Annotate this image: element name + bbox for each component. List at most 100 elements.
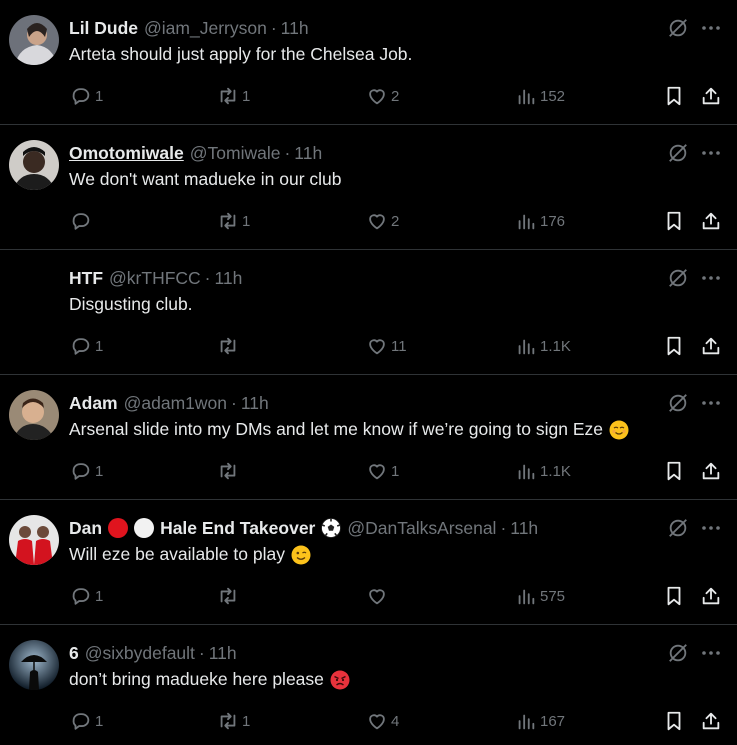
tweet-item[interactable]: Adam @adam1won · 11h Arsenal slide into …: [0, 375, 737, 500]
relieved-face-emoji: [609, 420, 629, 439]
like-button[interactable]: [366, 584, 391, 608]
reply-feed: Lil Dude @iam_Jerryson · 11h Arteta shou…: [0, 0, 737, 745]
tweet-item[interactable]: Lil Dude @iam_Jerryson · 11h Arteta shou…: [0, 0, 737, 125]
like-button[interactable]: 2: [366, 209, 399, 233]
reply-button[interactable]: 1: [70, 584, 103, 608]
share-button[interactable]: [700, 334, 722, 358]
avatar[interactable]: [9, 15, 59, 65]
share-icon: [702, 87, 720, 105]
tweet-text-content: We don't want madueke in our club: [69, 169, 342, 189]
author-name-suffix[interactable]: Hale End Takeover: [160, 518, 315, 539]
more-options-icon[interactable]: [699, 16, 723, 40]
avatar[interactable]: [9, 140, 59, 190]
avatar[interactable]: [9, 390, 59, 440]
views-button[interactable]: 1.1K: [515, 334, 571, 358]
timestamp[interactable]: 11h: [510, 518, 538, 539]
retweet-button[interactable]: [217, 584, 242, 608]
share-button[interactable]: [700, 584, 722, 608]
author-handle[interactable]: @iam_Jerryson: [144, 18, 267, 39]
views-button[interactable]: 575: [515, 584, 565, 608]
timestamp[interactable]: 11h: [241, 393, 269, 414]
more-options-icon[interactable]: [699, 141, 723, 165]
avatar[interactable]: [9, 515, 59, 565]
bookmark-icon: [667, 461, 681, 481]
views-button[interactable]: 167: [515, 709, 565, 733]
grok-icon[interactable]: [667, 267, 689, 289]
views-button[interactable]: 176: [515, 209, 565, 233]
bookmark-button[interactable]: [663, 209, 685, 233]
timestamp[interactable]: 11h: [215, 268, 243, 289]
retweet-button[interactable]: 1: [217, 84, 250, 108]
views-button[interactable]: 152: [515, 84, 565, 108]
author-handle[interactable]: @Tomiwale: [190, 143, 281, 164]
grok-icon[interactable]: [667, 392, 689, 414]
author-name[interactable]: Lil Dude: [69, 18, 138, 39]
reply-button[interactable]: [70, 209, 95, 233]
avatar[interactable]: [9, 265, 59, 315]
more-options-icon[interactable]: [699, 516, 723, 540]
retweet-button[interactable]: 1: [217, 209, 250, 233]
grok-icon[interactable]: [667, 642, 689, 664]
author-name[interactable]: Dan: [69, 518, 102, 539]
retweet-icon: [220, 337, 236, 355]
reply-button[interactable]: 1: [70, 84, 103, 108]
tweet-item[interactable]: 6 @sixbydefault · 11h don’t bring maduek…: [0, 625, 737, 745]
more-options-icon[interactable]: [699, 641, 723, 665]
author-name[interactable]: Omotomiwale: [69, 143, 184, 164]
angry-face-emoji: [330, 670, 350, 689]
action-bar: 1 575: [0, 584, 737, 608]
share-button[interactable]: [700, 709, 722, 733]
author-handle[interactable]: @sixbydefault: [85, 643, 195, 664]
action-bar: 1 1 2 152: [0, 84, 737, 108]
tweet-header: 6 @sixbydefault · 11h: [69, 642, 237, 664]
author-handle[interactable]: @krTHFCC: [109, 268, 201, 289]
timestamp[interactable]: 11h: [281, 18, 309, 39]
author-handle[interactable]: @DanTalksArsenal: [347, 518, 496, 539]
bookmark-button[interactable]: [663, 334, 685, 358]
analytics-icon: [518, 714, 535, 730]
retweet-button[interactable]: [217, 334, 242, 358]
bookmark-button[interactable]: [663, 584, 685, 608]
tweet-item[interactable]: Omotomiwale @Tomiwale · 11h We don't wan…: [0, 125, 737, 250]
author-name[interactable]: HTF: [69, 268, 103, 289]
bookmark-button[interactable]: [663, 459, 685, 483]
reply-button[interactable]: 1: [70, 709, 103, 733]
grok-icon[interactable]: [667, 142, 689, 164]
retweet-count: 1: [242, 212, 251, 230]
retweet-icon: [220, 87, 236, 105]
reply-icon: [72, 338, 90, 355]
like-button[interactable]: 11: [366, 334, 407, 358]
author-handle[interactable]: @adam1won: [124, 393, 227, 414]
share-button[interactable]: [700, 84, 722, 108]
retweet-icon: [220, 462, 236, 480]
timestamp[interactable]: 11h: [209, 643, 237, 664]
like-button[interactable]: 4: [366, 709, 399, 733]
reply-button[interactable]: 1: [70, 334, 103, 358]
author-name[interactable]: Adam: [69, 393, 118, 414]
tweet-item[interactable]: Dan Hale End Takeover @DanTalksArsenal ·…: [0, 500, 737, 625]
share-button[interactable]: [700, 209, 722, 233]
retweet-button[interactable]: 1: [217, 709, 250, 733]
share-button[interactable]: [700, 459, 722, 483]
more-options-icon[interactable]: [699, 266, 723, 290]
more-options-icon[interactable]: [699, 391, 723, 415]
retweet-icon: [220, 212, 236, 230]
like-button[interactable]: 1: [366, 459, 399, 483]
author-name[interactable]: 6: [69, 643, 79, 664]
like-count: 11: [391, 337, 407, 355]
reply-button[interactable]: 1: [70, 459, 103, 483]
tweet-header: Lil Dude @iam_Jerryson · 11h: [69, 17, 309, 39]
retweet-button[interactable]: [217, 459, 242, 483]
views-button[interactable]: 1.1K: [515, 459, 571, 483]
timestamp[interactable]: 11h: [294, 143, 322, 164]
separator-dot: ·: [198, 642, 205, 663]
grok-icon[interactable]: [667, 517, 689, 539]
bookmark-button[interactable]: [663, 709, 685, 733]
view-count: 152: [540, 87, 566, 105]
tweet-item[interactable]: HTF @krTHFCC · 11h Disgusting club. 1 11…: [0, 250, 737, 375]
bookmark-button[interactable]: [663, 84, 685, 108]
like-button[interactable]: 2: [366, 84, 399, 108]
avatar[interactable]: [9, 640, 59, 690]
grok-icon[interactable]: [667, 17, 689, 39]
analytics-icon: [518, 589, 535, 605]
